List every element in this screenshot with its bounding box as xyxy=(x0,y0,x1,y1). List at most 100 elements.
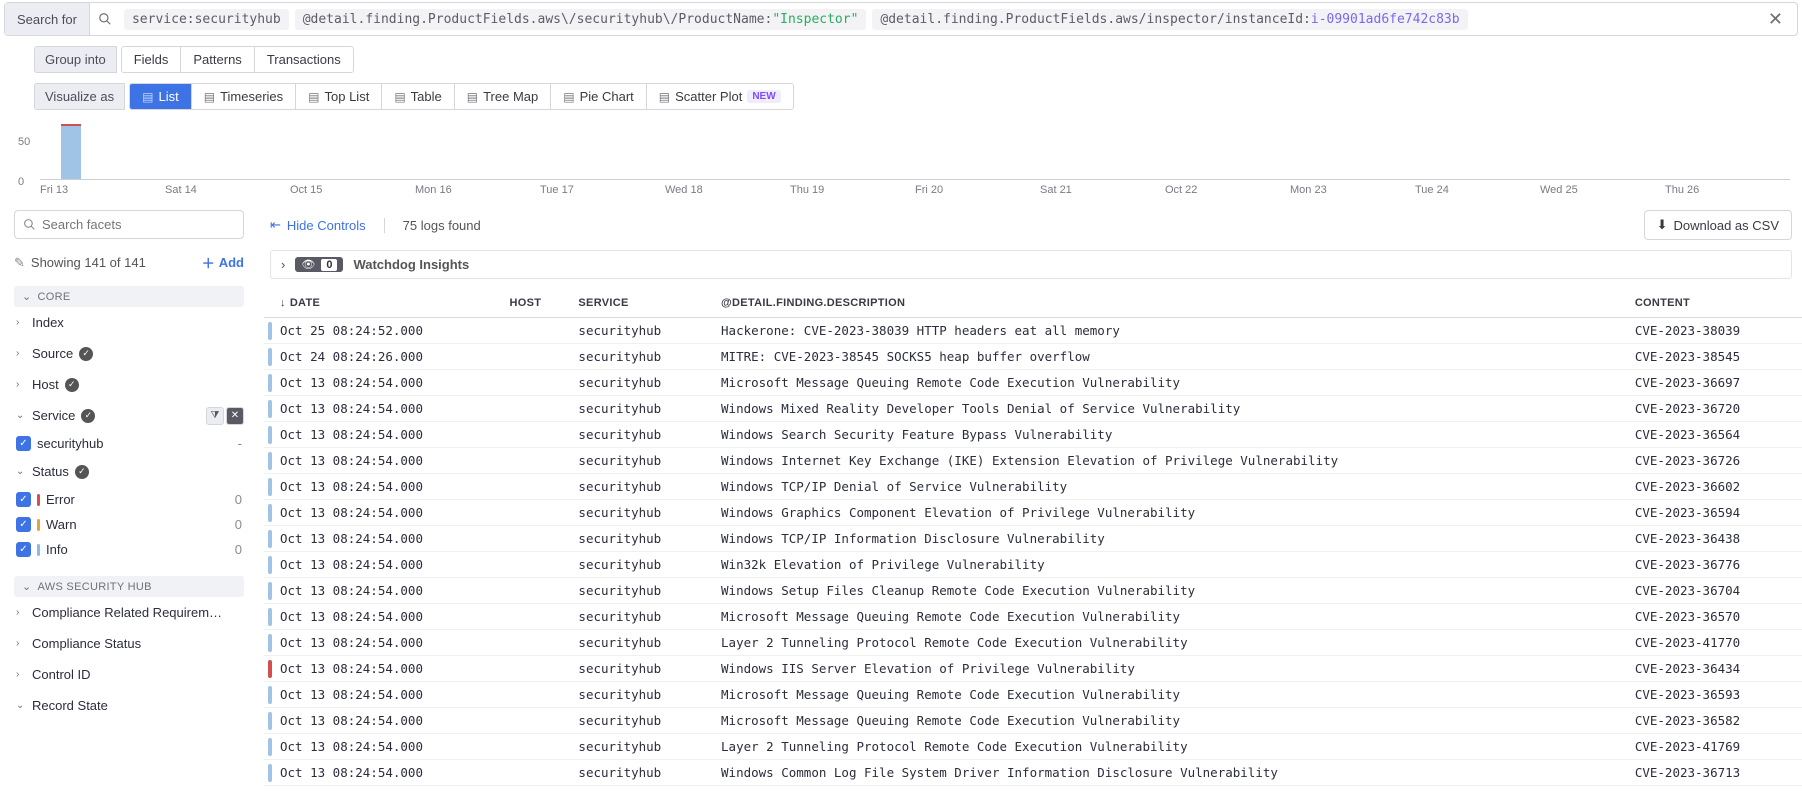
search-bar[interactable]: Search for service:securityhub@detail.fi… xyxy=(4,2,1798,36)
group-into-fields[interactable]: Fields xyxy=(122,47,182,72)
facet-label: Index xyxy=(32,315,64,330)
x-tick: Oct 15 xyxy=(290,180,415,196)
visualize-scatter-plot[interactable]: ▤Scatter PlotNEW xyxy=(647,84,793,109)
facet-value-securityhub[interactable]: ✓ securityhub - xyxy=(14,431,244,456)
check-icon: ✓ xyxy=(65,378,79,392)
cell-date: Oct 13 08:24:54.000 xyxy=(272,552,501,578)
visualize-timeseries[interactable]: ▤Timeseries xyxy=(192,84,296,109)
table-row[interactable]: Oct 13 08:24:54.000securityhubWin32k Ele… xyxy=(264,552,1802,578)
visualize-table[interactable]: ▤Table xyxy=(382,84,454,109)
facets-sidebar: ✎ Showing 141 of 141 ＋ Add ⌄ CORE › Inde… xyxy=(0,210,258,786)
col-content[interactable]: CONTENT xyxy=(1627,289,1802,318)
table-row[interactable]: Oct 13 08:24:54.000securityhubLayer 2 Tu… xyxy=(264,630,1802,656)
search-chip[interactable]: @detail.finding.ProductFields.aws/inspec… xyxy=(872,9,1467,30)
cell-content: CVE-2023-36593 xyxy=(1627,682,1802,708)
cell-description: Windows Setup Files Cleanup Remote Code … xyxy=(713,578,1627,604)
cell-service: securityhub xyxy=(570,552,713,578)
chart-bar[interactable] xyxy=(61,124,81,179)
cell-date: Oct 13 08:24:54.000 xyxy=(272,708,501,734)
cell-host xyxy=(501,396,570,422)
cell-description: Windows TCP/IP Denial of Service Vulnera… xyxy=(713,474,1627,500)
table-row[interactable]: Oct 13 08:24:54.000securityhubWindows Gr… xyxy=(264,500,1802,526)
facet-service[interactable]: ⌄ Service ✓ xyxy=(14,400,206,431)
facet-aws-1[interactable]: ›Compliance Status xyxy=(14,628,244,659)
search-chip[interactable]: service:securityhub xyxy=(124,9,289,30)
facet-label: Compliance Status xyxy=(32,636,141,651)
search-chip[interactable]: @detail.finding.ProductFields.aws\/secur… xyxy=(295,9,867,30)
group-into-transactions[interactable]: Transactions xyxy=(255,47,353,72)
cell-description: Microsoft Message Queuing Remote Code Ex… xyxy=(713,708,1627,734)
watchdog-insights[interactable]: › 👁0 Watchdog Insights xyxy=(270,250,1792,279)
cell-date: Oct 13 08:24:54.000 xyxy=(272,682,501,708)
facet-search[interactable] xyxy=(14,210,244,239)
table-row[interactable]: Oct 13 08:24:54.000securityhubMicrosoft … xyxy=(264,604,1802,630)
checkbox-checked-icon[interactable]: ✓ xyxy=(16,517,31,532)
clear-search-button[interactable]: ✕ xyxy=(1754,9,1797,30)
table-row[interactable]: Oct 13 08:24:54.000securityhubWindows TC… xyxy=(264,526,1802,552)
table-row[interactable]: Oct 13 08:24:54.000securityhubWindows TC… xyxy=(264,474,1802,500)
status-color-icon xyxy=(37,494,40,506)
facet-aws-0[interactable]: ›Compliance Related Requirem… xyxy=(14,597,244,628)
viz-label: List xyxy=(158,89,178,104)
visualize-as-buttons: ▤ List ▤Timeseries▤Top List▤Table▤Tree Map… xyxy=(129,83,794,110)
x-tick: Oct 22 xyxy=(1165,180,1290,196)
table-row[interactable]: Oct 13 08:24:54.000securityhubWindows Mi… xyxy=(264,396,1802,422)
section-aws-header[interactable]: ⌄ AWS SECURITY HUB xyxy=(14,576,244,597)
table-row[interactable]: Oct 13 08:24:54.000securityhubWindows Se… xyxy=(264,422,1802,448)
facet-value-info[interactable]: ✓Info0 xyxy=(14,537,244,562)
cell-service: securityhub xyxy=(570,682,713,708)
facet-host[interactable]: › Host ✓ xyxy=(14,369,244,400)
facet-search-input[interactable] xyxy=(42,217,235,232)
facet-value-warn[interactable]: ✓Warn0 xyxy=(14,512,244,537)
facet-value-error[interactable]: ✓Error0 xyxy=(14,487,244,512)
visualize-top-list[interactable]: ▤Top List xyxy=(296,84,382,109)
table-row[interactable]: Oct 13 08:24:54.000securityhubMicrosoft … xyxy=(264,708,1802,734)
table-row[interactable]: Oct 13 08:24:54.000securityhubMicrosoft … xyxy=(264,370,1802,396)
close-icon[interactable]: ✕ xyxy=(226,407,244,425)
visualize-pie-chart[interactable]: ▤Pie Chart xyxy=(551,84,647,109)
table-row[interactable]: Oct 13 08:24:54.000securityhubMicrosoft … xyxy=(264,682,1802,708)
viz-icon: ▤ xyxy=(142,90,153,104)
visualize-list[interactable]: ▤ List xyxy=(130,84,192,109)
facet-label: Compliance Related Requirem… xyxy=(32,605,222,620)
col-host[interactable]: HOST xyxy=(501,289,570,318)
search-chips[interactable]: service:securityhub @detail.finding.Produ… xyxy=(120,9,1754,30)
table-row[interactable]: Oct 13 08:24:54.000securityhubWindows In… xyxy=(264,448,1802,474)
table-row[interactable]: Oct 13 08:24:54.000securityhubLayer 2 Tu… xyxy=(264,734,1802,760)
checkbox-checked-icon[interactable]: ✓ xyxy=(16,492,31,507)
table-row[interactable]: Oct 25 08:24:52.000securityhubHackerone:… xyxy=(264,318,1802,344)
visualize-tree-map[interactable]: ▤Tree Map xyxy=(455,84,552,109)
table-row[interactable]: Oct 13 08:24:54.000securityhubWindows II… xyxy=(264,656,1802,682)
col-service[interactable]: SERVICE xyxy=(570,289,713,318)
facet-status[interactable]: ⌄ Status ✓ xyxy=(14,456,244,487)
cell-host xyxy=(501,734,570,760)
table-row[interactable]: Oct 13 08:24:54.000securityhubWindows Se… xyxy=(264,578,1802,604)
facet-aws-3[interactable]: ⌄Record State xyxy=(14,690,244,721)
cell-host xyxy=(501,630,570,656)
facet-index[interactable]: › Index xyxy=(14,307,244,338)
checkbox-checked-icon[interactable]: ✓ xyxy=(16,542,31,557)
add-facet-button[interactable]: ＋ Add xyxy=(202,253,244,272)
cell-description: Windows IIS Server Elevation of Privileg… xyxy=(713,656,1627,682)
cell-service: securityhub xyxy=(570,604,713,630)
col-description[interactable]: @DETAIL.FINDING.DESCRIPTION xyxy=(713,289,1627,318)
x-tick: Sat 21 xyxy=(1040,180,1165,196)
checkbox-checked-icon[interactable]: ✓ xyxy=(16,436,31,451)
facet-aws-2[interactable]: ›Control ID xyxy=(14,659,244,690)
group-into-patterns[interactable]: Patterns xyxy=(181,47,254,72)
col-date[interactable]: ↓DATE xyxy=(272,289,501,318)
cell-host xyxy=(501,682,570,708)
cell-description: Layer 2 Tunneling Protocol Remote Code E… xyxy=(713,630,1627,656)
table-row[interactable]: Oct 13 08:24:54.000securityhubWindows Co… xyxy=(264,760,1802,786)
filter-icon[interactable]: ⧩ xyxy=(206,407,224,425)
table-row[interactable]: Oct 24 08:24:26.000securityhubMITRE: CVE… xyxy=(264,344,1802,370)
download-csv-button[interactable]: ⬇ Download as CSV xyxy=(1644,210,1792,240)
timeseries-mini-chart[interactable]: 50 0 Fri 13Sat 14Oct 15Mon 16Tue 17Wed 1… xyxy=(12,124,1790,196)
cell-date: Oct 13 08:24:54.000 xyxy=(272,396,501,422)
cell-date: Oct 13 08:24:54.000 xyxy=(272,734,501,760)
cell-service: securityhub xyxy=(570,578,713,604)
section-core-header[interactable]: ⌄ CORE xyxy=(14,286,244,307)
facet-source[interactable]: › Source ✓ xyxy=(14,338,244,369)
cell-content: CVE-2023-36704 xyxy=(1627,578,1802,604)
hide-controls-button[interactable]: ⇤ Hide Controls xyxy=(270,217,366,233)
